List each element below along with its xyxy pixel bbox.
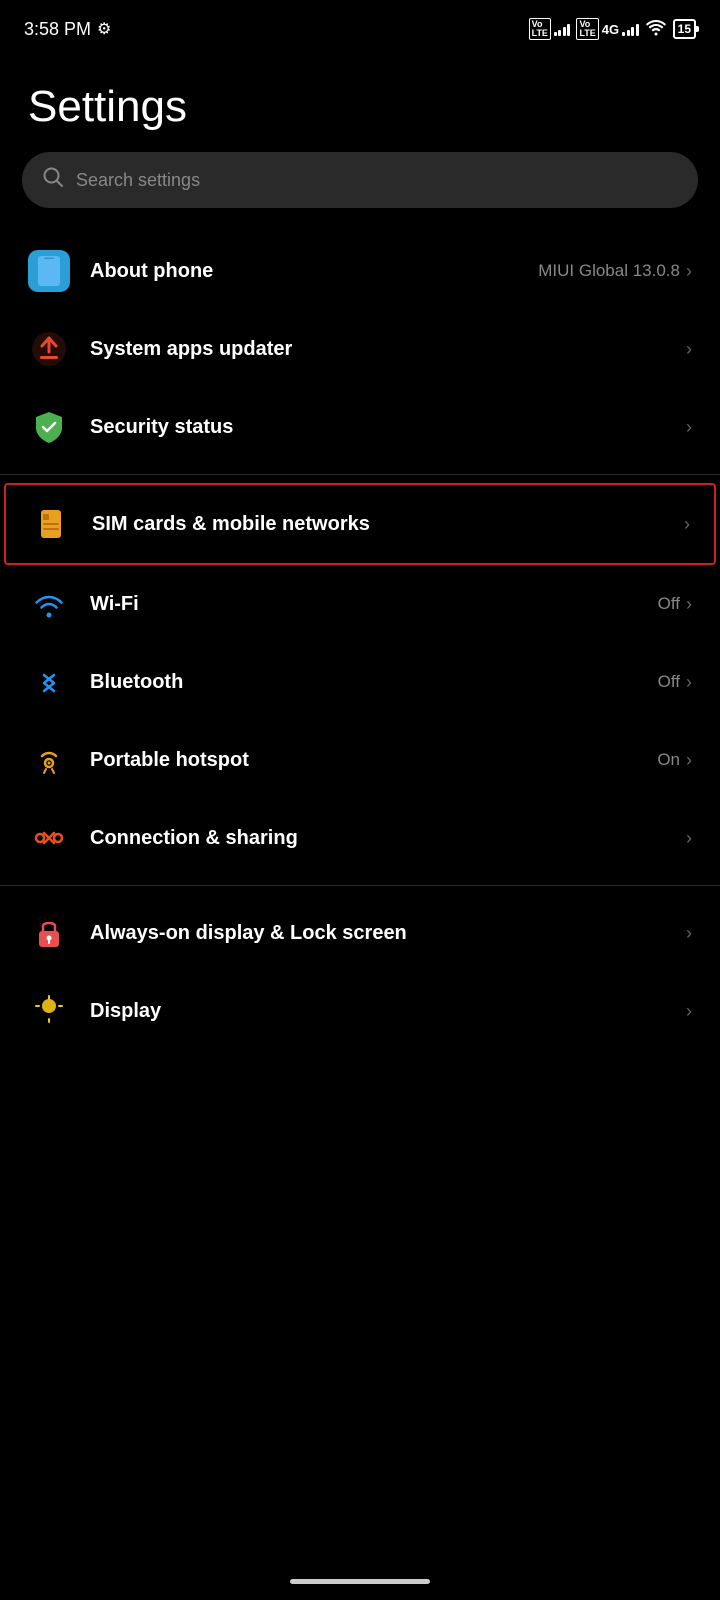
updater-label: System apps updater xyxy=(90,338,292,360)
connection-content: Connection & sharing xyxy=(90,827,666,850)
sim-right: › xyxy=(684,514,690,535)
settings-item-connection-sharing[interactable]: Connection & sharing › xyxy=(0,799,720,877)
display-right: › xyxy=(686,1001,692,1022)
bluetooth-value: Off xyxy=(658,672,680,692)
sim1-bars xyxy=(554,22,571,36)
section-connectivity: SIM cards & mobile networks › Wi-Fi Off … xyxy=(0,483,720,877)
display-chevron: › xyxy=(686,1001,692,1022)
search-bar[interactable]: Search settings xyxy=(22,152,698,208)
volte2-badge: VoLTE xyxy=(576,18,598,40)
hotspot-label: Portable hotspot xyxy=(90,749,249,771)
security-chevron: › xyxy=(686,417,692,438)
settings-item-about-phone[interactable]: About phone MIUI Global 13.0.8 › xyxy=(0,232,720,310)
about-phone-icon xyxy=(28,250,70,292)
bluetooth-right: Off › xyxy=(658,672,692,693)
settings-item-display[interactable]: Display › xyxy=(0,972,720,1050)
gear-icon: ⚙ xyxy=(97,19,111,39)
sim2-bars xyxy=(622,22,639,36)
security-right: › xyxy=(686,417,692,438)
settings-item-always-on-display[interactable]: Always-on display & Lock screen › xyxy=(0,894,720,972)
security-label: Security status xyxy=(90,416,233,438)
sim-chevron: › xyxy=(684,514,690,535)
sim1-signal: VoLTE xyxy=(529,18,571,40)
scroll-indicator xyxy=(290,1579,430,1584)
bluetooth-label: Bluetooth xyxy=(90,671,183,693)
connection-chevron: › xyxy=(686,828,692,849)
wifi-content: Wi-Fi xyxy=(90,593,638,616)
about-phone-value: MIUI Global 13.0.8 xyxy=(538,261,680,281)
status-icons: VoLTE VoLTE 4G 15 xyxy=(529,18,696,41)
hotspot-content: Portable hotspot xyxy=(90,749,637,772)
sim-label: SIM cards & mobile networks xyxy=(92,513,370,535)
divider-2 xyxy=(0,885,720,886)
connection-label: Connection & sharing xyxy=(90,827,298,849)
bluetooth-content: Bluetooth xyxy=(90,671,638,694)
hotspot-chevron: › xyxy=(686,750,692,771)
settings-item-hotspot[interactable]: Portable hotspot On › xyxy=(0,721,720,799)
wifi-label: Wi-Fi xyxy=(90,593,139,615)
display-content: Display xyxy=(90,1000,666,1023)
connection-icon xyxy=(28,817,70,859)
sim-icon xyxy=(30,503,72,545)
updater-content: System apps updater xyxy=(90,338,666,361)
updater-chevron: › xyxy=(686,339,692,360)
always-on-display-content: Always-on display & Lock screen xyxy=(90,922,666,945)
wifi-status-icon xyxy=(645,18,667,41)
search-icon xyxy=(42,166,64,194)
about-phone-chevron: › xyxy=(686,261,692,282)
bluetooth-chevron: › xyxy=(686,672,692,693)
battery-indicator: 15 xyxy=(673,19,696,39)
bluetooth-icon xyxy=(28,661,70,703)
settings-item-bluetooth[interactable]: Bluetooth Off › xyxy=(0,643,720,721)
about-phone-label: About phone xyxy=(90,260,213,282)
always-on-display-chevron: › xyxy=(686,923,692,944)
about-phone-right: MIUI Global 13.0.8 › xyxy=(538,261,692,282)
battery-level: 15 xyxy=(678,22,691,36)
updater-right: › xyxy=(686,339,692,360)
always-on-display-right: › xyxy=(686,923,692,944)
about-phone-content: About phone xyxy=(90,260,518,283)
hotspot-right: On › xyxy=(657,750,692,771)
hotspot-value: On xyxy=(657,750,680,770)
time-text: 3:58 PM xyxy=(24,19,91,40)
search-placeholder-text: Search settings xyxy=(76,170,200,191)
display-icon xyxy=(28,990,70,1032)
display-label: Display xyxy=(90,1000,161,1022)
sim2-signal: VoLTE 4G xyxy=(576,18,638,40)
wifi-value: Off xyxy=(658,594,680,614)
connection-right: › xyxy=(686,828,692,849)
sim-content: SIM cards & mobile networks xyxy=(92,513,664,536)
section-top: About phone MIUI Global 13.0.8 › System … xyxy=(0,232,720,466)
security-content: Security status xyxy=(90,416,666,439)
status-time: 3:58 PM ⚙ xyxy=(24,19,111,40)
settings-item-system-apps-updater[interactable]: System apps updater › xyxy=(0,310,720,388)
divider-1 xyxy=(0,474,720,475)
page-title: Settings xyxy=(0,52,720,152)
volte1-badge: VoLTE xyxy=(529,18,551,40)
settings-item-security-status[interactable]: Security status › xyxy=(0,388,720,466)
wifi-right: Off › xyxy=(658,594,692,615)
status-bar: 3:58 PM ⚙ VoLTE VoLTE 4G xyxy=(0,0,720,52)
section-display: Always-on display & Lock screen › Displa… xyxy=(0,894,720,1050)
lock-icon xyxy=(28,912,70,954)
hotspot-icon xyxy=(28,739,70,781)
wifi-icon xyxy=(28,583,70,625)
settings-item-sim-cards[interactable]: SIM cards & mobile networks › xyxy=(4,483,716,565)
security-icon xyxy=(28,406,70,448)
settings-item-wifi[interactable]: Wi-Fi Off › xyxy=(0,565,720,643)
network-type: 4G xyxy=(602,22,619,37)
updater-icon xyxy=(28,328,70,370)
wifi-chevron: › xyxy=(686,594,692,615)
always-on-display-label: Always-on display & Lock screen xyxy=(90,922,407,944)
